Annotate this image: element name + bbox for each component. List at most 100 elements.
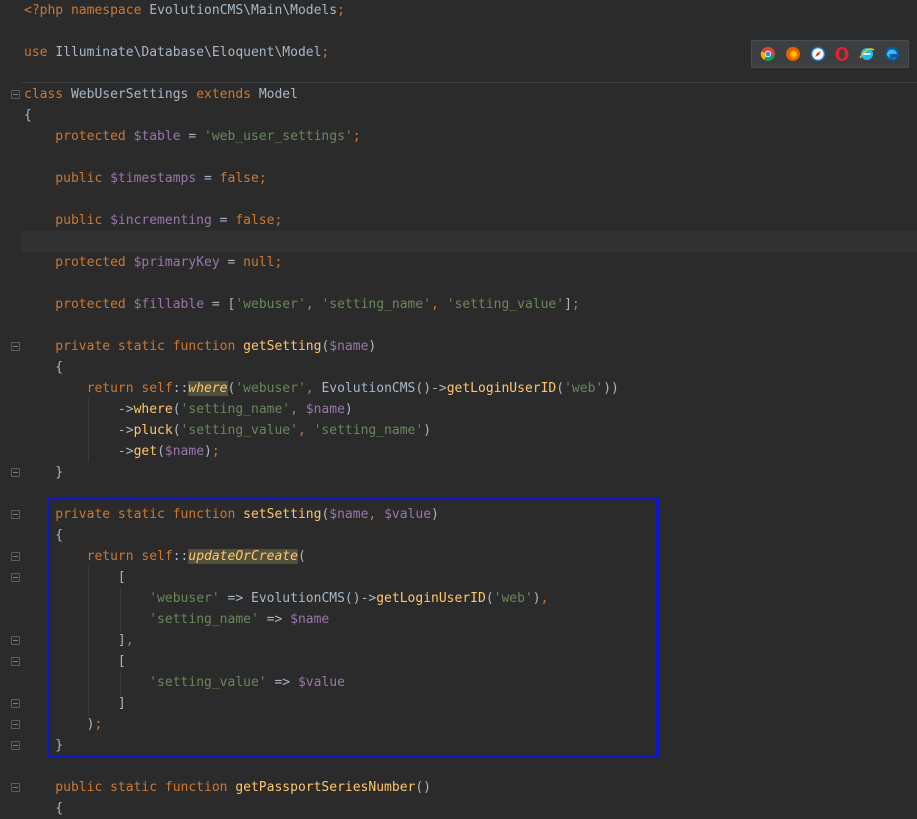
fold-marker[interactable] <box>11 657 20 666</box>
code-line[interactable]: private static function getSetting($name… <box>24 336 376 357</box>
current-line-highlight <box>22 231 917 252</box>
code-editor[interactable]: <?php namespace EvolutionCMS\Main\Models… <box>0 0 917 818</box>
code-token: 'webuser' <box>235 297 306 312</box>
code-token: 'setting_name' <box>180 402 291 417</box>
code-line[interactable]: use Illuminate\Database\Eloquent\Model; <box>24 42 329 63</box>
code-token: ) <box>344 402 353 417</box>
code-token: ( <box>157 444 165 459</box>
code-token: ; <box>274 255 283 270</box>
code-token: = <box>211 213 236 228</box>
code-token: $incrementing <box>110 213 212 228</box>
code-token: self <box>141 381 173 396</box>
chrome-icon[interactable] <box>760 46 776 62</box>
code-token: ; <box>211 444 220 459</box>
code-line[interactable]: ->get($name); <box>24 441 220 462</box>
code-token: EvolutionCMS <box>321 381 416 396</box>
code-token: EvolutionCMS\Main\Models <box>149 3 338 18</box>
code-line[interactable]: } <box>24 462 63 483</box>
code-line[interactable]: { <box>24 105 32 126</box>
code-token: ) <box>423 423 432 438</box>
code-token: { <box>24 801 64 816</box>
code-line[interactable]: protected $primaryKey = null; <box>24 252 282 273</box>
code-token: class <box>24 87 71 102</box>
code-line[interactable]: ->where('setting_name', $name) <box>24 399 353 420</box>
ie-icon[interactable] <box>859 46 875 62</box>
code-line[interactable]: { <box>24 798 63 819</box>
fold-marker[interactable] <box>11 741 20 750</box>
fold-marker[interactable] <box>11 783 20 792</box>
code-token: false <box>219 171 259 186</box>
code-token: public static function <box>24 780 236 795</box>
code-token: ( <box>556 381 565 396</box>
code-token: ) <box>204 444 212 459</box>
code-token: return <box>24 381 142 396</box>
code-token: = <box>196 171 220 186</box>
editor-gutter <box>0 0 22 818</box>
fold-marker[interactable] <box>11 636 20 645</box>
firefox-icon[interactable] <box>785 46 801 62</box>
code-token: , <box>305 297 322 312</box>
selection-highlight-box <box>47 497 659 758</box>
code-token: , <box>297 423 314 438</box>
code-token: 'web_user_settings' <box>204 129 353 144</box>
code-token: ()-> <box>415 381 447 396</box>
code-token: 'setting_name' <box>313 423 424 438</box>
code-token: getLoginUserID <box>446 381 557 396</box>
code-line[interactable]: { <box>24 357 63 378</box>
code-token: $table <box>133 129 181 144</box>
code-token: extends <box>196 87 259 102</box>
code-token: { <box>24 360 64 375</box>
code-token: 'web' <box>564 381 604 396</box>
code-line[interactable]: protected $table = 'web_user_settings'; <box>24 126 361 147</box>
code-line[interactable]: class WebUserSettings extends Model <box>24 84 298 105</box>
fold-marker[interactable] <box>11 90 20 99</box>
fold-marker[interactable] <box>11 699 20 708</box>
code-token: getPassportSeriesNumber <box>235 780 416 795</box>
safari-icon[interactable] <box>810 46 826 62</box>
code-token: get <box>133 444 158 459</box>
opera-icon[interactable] <box>834 46 850 62</box>
code-token: 'setting_name' <box>321 297 432 312</box>
fold-marker[interactable] <box>11 342 20 351</box>
edge-icon[interactable] <box>884 46 900 62</box>
code-token: use <box>24 45 56 60</box>
code-token: $timestamps <box>110 171 197 186</box>
code-token: = [ <box>204 297 236 312</box>
code-token: $name <box>329 339 369 354</box>
fold-marker[interactable] <box>11 720 20 729</box>
code-token: } <box>24 465 64 480</box>
code-line[interactable]: <?php namespace EvolutionCMS\Main\Models… <box>24 0 345 21</box>
code-line[interactable]: ->pluck('setting_value', 'setting_name') <box>24 420 431 441</box>
code-line[interactable]: protected $fillable = ['webuser', 'setti… <box>24 294 579 315</box>
code-line[interactable]: public static function getPassportSeries… <box>24 777 431 798</box>
code-line[interactable]: public $timestamps = false; <box>24 168 266 189</box>
code-token: public <box>24 171 111 186</box>
code-token: where <box>133 402 173 417</box>
code-token: false <box>235 213 275 228</box>
code-token: ] <box>564 297 572 312</box>
code-token: WebUserSettings <box>70 87 197 102</box>
fold-marker[interactable] <box>11 573 20 582</box>
fold-marker[interactable] <box>11 552 20 561</box>
code-token: = <box>180 129 205 144</box>
code-token: namespace <box>70 3 150 18</box>
code-token: protected <box>24 129 134 144</box>
code-token: ; <box>321 45 330 60</box>
code-token: ; <box>352 129 361 144</box>
code-token: $primaryKey <box>133 255 220 270</box>
code-line[interactable]: public $incrementing = false; <box>24 210 282 231</box>
code-token: :: <box>172 381 189 396</box>
code-token: -> <box>24 444 134 459</box>
code-token: -> <box>24 423 134 438</box>
code-token: Illuminate\Database\Eloquent\Model <box>55 45 322 60</box>
fold-marker[interactable] <box>11 510 20 519</box>
browser-preview-toolbar <box>751 40 909 68</box>
code-token: ; <box>274 213 283 228</box>
code-line[interactable]: return self::where ('webuser', EvolutionC… <box>24 378 619 399</box>
code-token: $name <box>164 444 205 459</box>
code-token: pluck <box>133 423 173 438</box>
code-token: ( <box>172 402 181 417</box>
code-token: 'webuser' <box>235 381 306 396</box>
code-token: , <box>431 297 447 312</box>
fold-marker[interactable] <box>11 468 20 477</box>
